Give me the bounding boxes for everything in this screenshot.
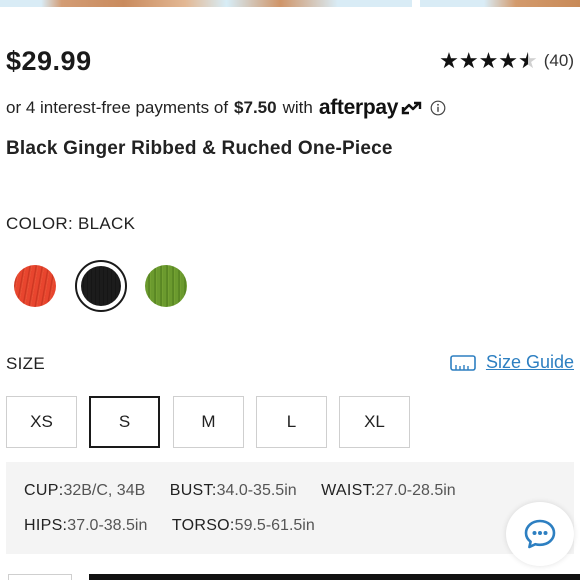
- afterpay-logo: afterpay: [319, 96, 424, 120]
- product-price: $29.99: [6, 46, 92, 76]
- afterpay-installments: or 4 interest-free payments of $7.50 wit…: [6, 96, 446, 120]
- color-swatch-green[interactable]: [145, 265, 187, 307]
- product-image[interactable]: [0, 0, 412, 7]
- product-rating[interactable]: ★★★★★ ★★★★★ (40): [439, 50, 574, 72]
- measurement-cup: CUP:32B/C, 34B: [24, 482, 146, 499]
- info-icon[interactable]: [430, 100, 446, 116]
- size-label: SIZE: [6, 354, 45, 373]
- ruler-icon: [450, 354, 476, 371]
- size-measurements-panel: CUP:32B/C, 34B BUST:34.0-35.5in WAIST:27…: [6, 462, 574, 554]
- color-swatch-black[interactable]: [81, 266, 121, 306]
- measurement-bust: BUST:34.0-35.5in: [169, 482, 297, 499]
- product-title: Black Ginger Ribbed & Ruched One-Piece: [6, 138, 393, 159]
- measurements-row-2: HIPS:37.0-38.5in TORSO:59.5-61.5in: [24, 517, 335, 535]
- size-option-xl[interactable]: XL: [339, 396, 410, 448]
- review-count[interactable]: (40): [544, 51, 574, 71]
- afterpay-prefix: or 4 interest-free payments of: [6, 98, 229, 117]
- size-option-m[interactable]: M: [173, 396, 244, 448]
- product-image-strip: [0, 0, 580, 8]
- color-swatch-red[interactable]: [14, 265, 56, 307]
- measurement-torso: TORSO:59.5-61.5in: [171, 517, 315, 534]
- color-label: COLOR: BLACK: [6, 214, 136, 233]
- measurement-hips: HIPS:37.0-38.5in: [24, 517, 148, 534]
- measurements-row-1: CUP:32B/C, 34B BUST:34.0-35.5in WAIST:27…: [24, 482, 476, 500]
- product-image-next[interactable]: [420, 0, 580, 7]
- afterpay-logo-text: afterpay: [318, 96, 399, 119]
- afterpay-with: with: [282, 98, 313, 117]
- star-rating-icon: ★★★★★ ★★★★★: [439, 48, 538, 73]
- afterpay-arrows-icon: [401, 101, 422, 115]
- quantity-selector[interactable]: [8, 574, 72, 580]
- chat-bubble-icon: [524, 519, 556, 549]
- chat-button[interactable]: [506, 502, 574, 566]
- afterpay-amount: $7.50: [234, 98, 277, 117]
- size-guide-link[interactable]: Size Guide: [450, 352, 574, 373]
- add-to-bag-button[interactable]: [89, 574, 580, 580]
- size-option-xs[interactable]: XS: [6, 396, 77, 448]
- size-guide-label[interactable]: Size Guide: [486, 352, 574, 373]
- size-option-l[interactable]: L: [256, 396, 327, 448]
- size-option-s[interactable]: S: [89, 396, 160, 448]
- measurement-waist: WAIST:27.0-28.5in: [321, 482, 456, 499]
